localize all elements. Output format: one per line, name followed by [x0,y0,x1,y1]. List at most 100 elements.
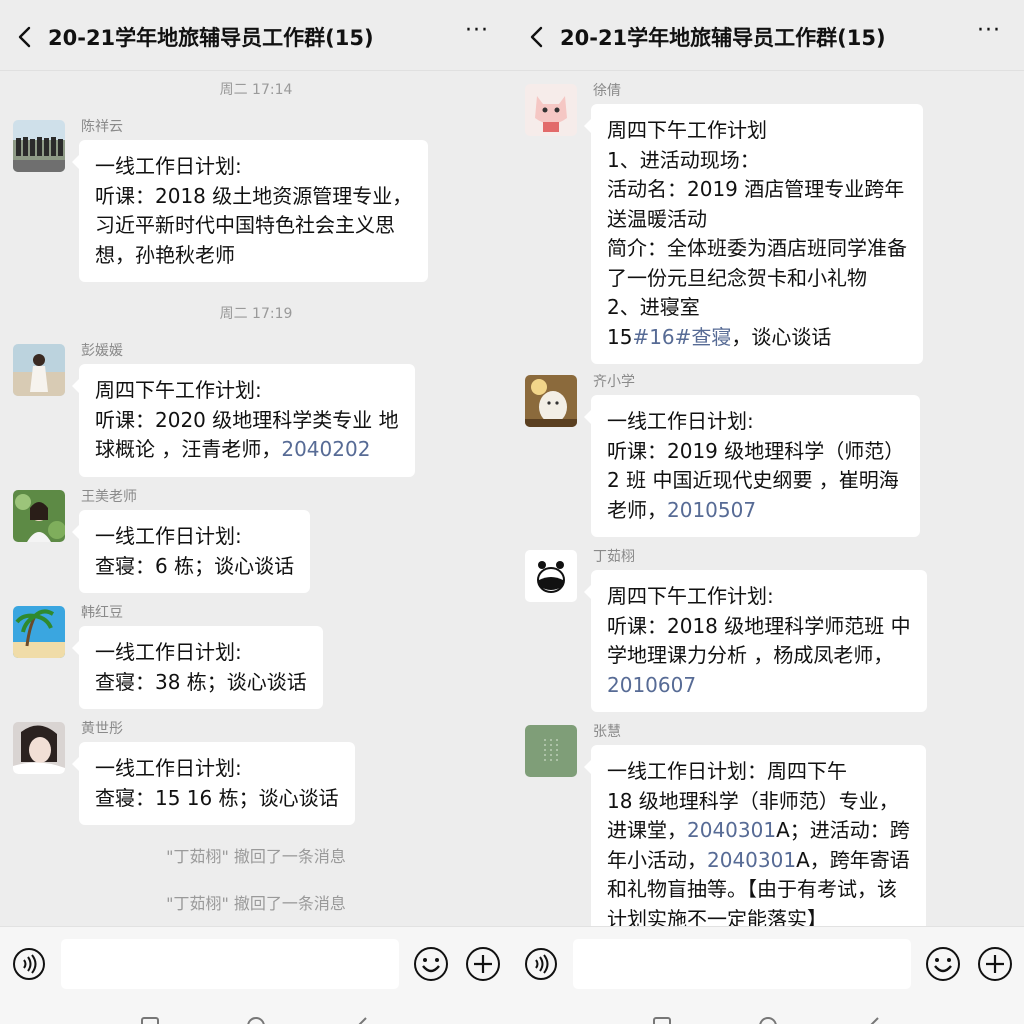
home-nav-icon[interactable] [246,1016,266,1024]
chat-header: 20-21学年地旅辅导员工作群(15) ··· [512,0,1024,71]
sender-name: 徐倩 [593,83,621,99]
message-bubble[interactable]: 一线工作日计划: 听课：2018 级土地资源管理专业， 习近平新时代中国特色社会主义… [71,140,429,282]
avatar[interactable] [13,722,65,774]
message-text: 周四下午工作计划: [95,378,262,402]
message-text: 一线工作日计划: [95,756,242,780]
plus-icon[interactable] [465,946,501,982]
message-bubble[interactable]: 周四下午工作计划 1、进活动现场： 活动名：2019 酒店管理专业跨年 送温暖活动简介… [584,104,923,364]
avatar[interactable] [13,490,65,542]
message-text: 送温暖活动 [607,206,707,231]
chat-title: 20-21学年地旅辅导员工作群(15) [48,26,374,50]
menu-nav-icon[interactable] [652,1016,672,1024]
chat-title: 20-21学年地旅辅导员工作群(15) [560,26,886,50]
message-bubble[interactable]: 一线工作日计划: 听课：2019 级地理科学（师范） 2 班 中国近现代史纲要 ，崔… [583,395,921,537]
avatar[interactable] [525,375,577,427]
message-text: 听课：2018 级土地资源管理专业， [95,183,413,208]
message-line: 想，孙艳秋老师 [95,241,412,271]
message-text: 周四下午工作计划: [607,584,774,608]
back-nav-icon[interactable] [352,1016,372,1024]
message-line: 一线工作日计划: [607,407,904,437]
avatar[interactable] [525,550,577,602]
message-text: 周四下午工作计划 [607,118,767,142]
message-bubble[interactable]: 一线工作日计划: 查寝：6 栋；谈心谈话 [71,510,311,593]
message-link[interactable]: 2010607 [607,673,696,697]
message-link[interactable]: 2040301 [687,818,776,842]
message-link[interactable]: 2010507 [667,498,756,522]
back-arrow-icon[interactable] [14,22,36,52]
message-line: 周四下午工作计划 [607,116,907,146]
avatar[interactable] [525,84,577,136]
recall-notice: "丁茹栩" 撤回了一条消息 [166,847,346,866]
message-list[interactable]: 周二 17:14 陈祥云 一线工作日计划: 听课：2018 级土地资源管理专业， 习… [0,71,512,926]
message-text: 球概论 ，汪青老师， [95,437,282,461]
avatar[interactable] [13,120,65,172]
message-bubble[interactable]: 一线工作日计划: 查寝：15 16 栋；谈心谈话 [72,742,355,825]
message-text: 一线工作日计划：周四下午 [607,759,847,783]
message-line: 查寝：15 16 栋；谈心谈话 [95,784,339,814]
message-line: 计划实施不一定能落实】 [607,905,910,927]
back-nav-icon[interactable] [864,1016,884,1024]
message-line: 进课堂，2040301A；进活动：跨 [607,816,910,846]
message-link[interactable]: 2040301 [707,848,796,872]
message-text: A，跨年寄语 [796,847,910,872]
message-bubble[interactable]: 周四下午工作计划: 听课：2018 级地理科学师范班 中学地理课力分析 ，杨成凤老… [584,570,927,712]
recall-notice: "丁茹栩" 撤回了一条消息 [166,894,346,913]
message-line: 一线工作日计划: [95,152,412,182]
emoji-icon[interactable] [925,946,961,982]
message-line: 了一份元旦纪念贺卡和小礼物 [607,264,907,294]
message-line: 2010607 [607,671,911,701]
message-bubble[interactable]: 一线工作日计划: 查寝：38 栋；谈心谈话 [72,626,323,709]
home-nav-icon[interactable] [758,1016,778,1024]
message-input[interactable] [61,939,399,989]
message-line: 2 班 中国近现代史纲要 ，崔明海 [607,466,904,496]
message-bubble[interactable]: 一线工作日计划：周四下午 18 级地理科学（非师范）专业， 进课堂，2040301A… [584,745,926,927]
avatar[interactable] [13,606,65,658]
screenshot-root: 20-21学年地旅辅导员工作群(15) ··· 周二 17:14 陈祥云 一线工… [0,0,1024,1024]
sender-name: 彭媛媛 [81,343,123,359]
more-options-icon[interactable]: ··· [462,20,492,46]
sender-name: 陈祥云 [81,119,123,135]
message-text: 听课：2018 级地理科学师范班 中 [607,613,911,638]
message-text: 一线工作日计划: [95,524,242,548]
message-link[interactable]: 2040202 [281,437,370,461]
message-line: 2、进寝室 [607,293,907,323]
message-line: 查寝：38 栋；谈心谈话 [95,668,307,698]
message-list[interactable]: 徐倩 周四下午工作计划 1、进活动现场： 活动名：2019 酒店管理专业跨年 送温暖活… [512,71,1024,926]
message-text: 2 班 中国近现代史纲要 ，崔明海 [607,468,899,492]
message-text: 1、进活动现场： [607,147,760,172]
voice-icon[interactable] [12,947,46,981]
message-line: 送温暖活动 [607,205,907,235]
emoji-icon[interactable] [413,946,449,982]
more-options-icon[interactable]: ··· [974,20,1004,46]
message-text: 查寝：6 栋；谈心谈话 [95,553,295,578]
system-nav-bar [0,1002,512,1024]
avatar[interactable] [525,725,577,777]
avatar[interactable] [13,344,65,396]
plus-icon[interactable] [977,946,1013,982]
message-text: 想，孙艳秋老师 [95,242,235,267]
message-line: 15#16#查寝，谈心谈话 [607,323,907,353]
message-text: 年小活动， [607,847,707,872]
message-line: 简介：全体班委为酒店班同学准备 [607,234,907,264]
message-input[interactable] [573,939,911,989]
voice-icon[interactable] [524,947,558,981]
message-text: 和礼物盲抽等。【由于有考试，该 [607,877,897,901]
timestamp: 周二 17:19 [219,306,293,322]
message-line: 活动名：2019 酒店管理专业跨年 [607,175,907,205]
message-text: 15 [607,324,633,349]
message-text: 一线工作日计划: [95,640,242,664]
message-text: 老师， [607,497,667,522]
message-text: A；进活动：跨 [776,818,910,842]
message-text: 进课堂， [607,818,687,842]
message-line: 一线工作日计划: [95,638,307,668]
message-line: 球概论 ，汪青老师，2040202 [95,435,399,465]
sender-name: 韩红豆 [81,605,123,621]
message-line: 习近平新时代中国特色社会主义思 [95,211,412,241]
menu-nav-icon[interactable] [140,1016,160,1024]
message-link[interactable]: #16#查寝 [632,325,731,349]
back-arrow-icon[interactable] [526,22,548,52]
message-text: 计划实施不一定能落实】 [607,906,827,927]
message-bubble[interactable]: 周四下午工作计划: 听课：2020 级地理科学类专业 地球概论 ，汪青老师，204… [72,364,415,477]
input-bar [0,926,512,1003]
message-line: 听课：2018 级地理科学师范班 中 [607,612,911,642]
